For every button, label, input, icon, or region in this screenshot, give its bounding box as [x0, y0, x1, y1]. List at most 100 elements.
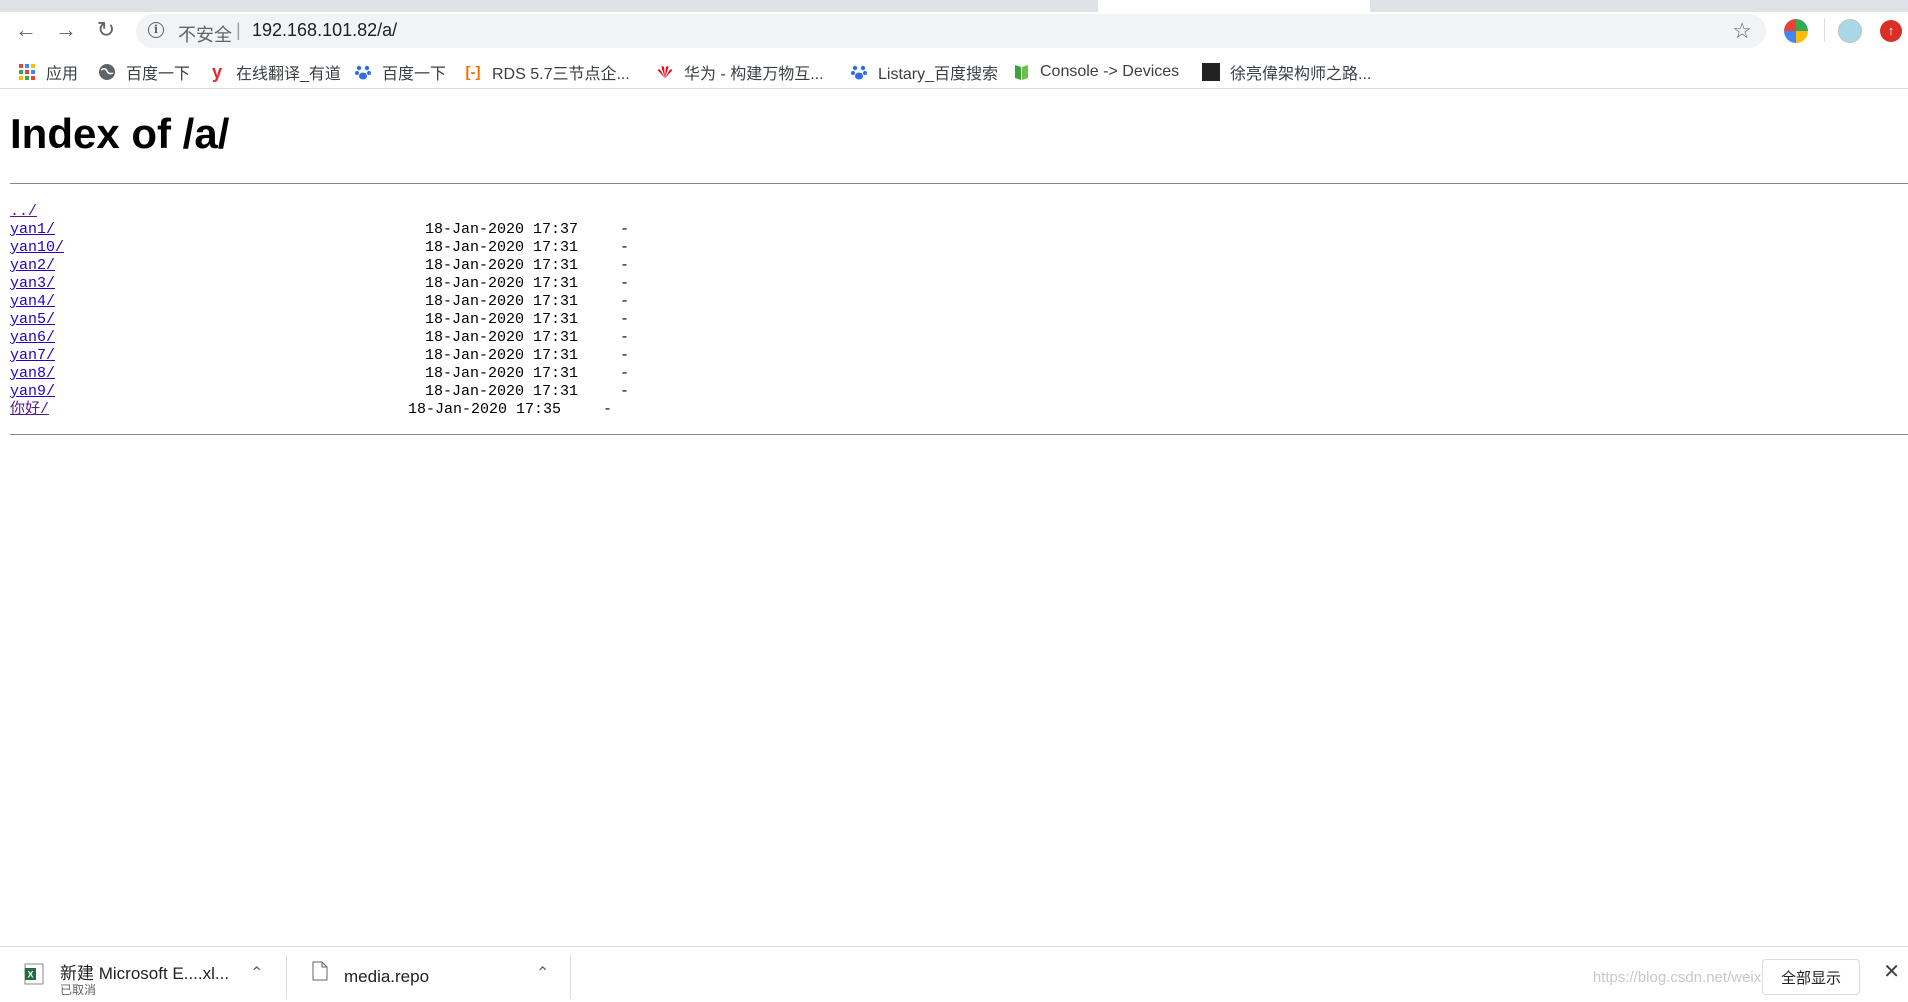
update-icon[interactable]: ↑ [1880, 20, 1902, 42]
bookmark-baidu-2[interactable]: 百度一下 [354, 60, 446, 84]
bookmark-label: 应用 [46, 66, 79, 83]
entry-size: - [620, 257, 630, 274]
file-icon [312, 961, 328, 986]
bookmark-label: 百度一下 [126, 66, 191, 83]
browser-toolbar: ← → ↻ i 不安全 | 192.168.101.82/a/ ☆ ↑ [0, 12, 1908, 48]
entry-link[interactable]: yan1/ [10, 221, 55, 239]
entry-date: 18-Jan-2020 17:35 [408, 401, 562, 418]
entry-date: 18-Jan-2020 17:31 [425, 311, 579, 328]
youdao-icon: y [211, 61, 222, 82]
entry-size: - [620, 221, 630, 238]
directory-listing: ../ yan1/ 18-Jan-2020 17:37 - yan10/ 18-… [10, 203, 629, 419]
bookmark-label: 在线翻译_有道 [236, 66, 341, 83]
page-title: Index of /a/ [10, 110, 230, 157]
url-text[interactable]: 192.168.101.82/a/ [252, 20, 397, 41]
list-item: yan9/ 18-Jan-2020 17:31 - [10, 383, 629, 401]
entry-size: - [620, 275, 630, 292]
toolbar-divider [1824, 18, 1825, 42]
download-item[interactable]: media.repo ⌃ [308, 957, 558, 997]
bookmark-label: Console -> Devices [1040, 63, 1180, 80]
entry-link[interactable]: yan4/ [10, 293, 55, 311]
entry-link[interactable]: yan5/ [10, 311, 55, 329]
entry-link[interactable]: yan8/ [10, 365, 55, 383]
huawei-icon [656, 63, 674, 81]
dark-square-icon [1202, 63, 1220, 81]
entry-link[interactable]: yan10/ [10, 239, 64, 257]
entry-date: 18-Jan-2020 17:37 [425, 221, 579, 238]
entry-size: - [620, 293, 630, 310]
entry-size: - [620, 383, 630, 400]
security-label: 不安全 [178, 25, 232, 45]
bookmark-huawei[interactable]: 华为 - 构建万物互... [656, 60, 824, 84]
entry-link[interactable]: yan9/ [10, 383, 55, 401]
back-button[interactable]: ← [12, 16, 40, 44]
bottom-divider [10, 434, 1908, 435]
entry-link[interactable]: yan2/ [10, 257, 55, 275]
bookmark-label: RDS 5.7三节点企... [492, 66, 630, 83]
bookmark-youdao[interactable]: y 在线翻译_有道 [208, 60, 341, 84]
bookmark-star-icon[interactable]: ☆ [1732, 18, 1752, 44]
list-item: ../ [10, 203, 46, 221]
bookmark-baidu-1[interactable]: 百度一下 [98, 60, 190, 84]
baidu-paw-icon [354, 63, 372, 81]
entry-date: 18-Jan-2020 17:31 [425, 239, 579, 256]
entry-date: 18-Jan-2020 17:31 [425, 293, 579, 310]
show-all-button[interactable]: 全部显示 [1762, 959, 1860, 995]
profile-avatar[interactable] [1838, 19, 1862, 43]
url-separator: | [236, 20, 241, 40]
parent-directory-link[interactable]: ../ [10, 203, 37, 221]
back-arrow-icon: ← [15, 17, 37, 42]
forward-button[interactable]: → [52, 16, 80, 44]
svg-text:X: X [27, 970, 33, 980]
list-item: yan4/ 18-Jan-2020 17:31 - [10, 293, 629, 311]
entry-date: 18-Jan-2020 17:31 [425, 329, 579, 346]
chevron-up-icon[interactable]: ⌃ [536, 963, 549, 983]
list-item: yan3/ 18-Jan-2020 17:31 - [10, 275, 629, 293]
entry-date: 18-Jan-2020 17:31 [425, 347, 579, 364]
address-bar[interactable]: i 不安全 | 192.168.101.82/a/ ☆ [136, 14, 1766, 48]
entry-size: - [620, 311, 630, 328]
bookmark-label: 华为 - 构建万物互... [684, 66, 824, 83]
page-content: Index of /a/ [10, 92, 1908, 158]
list-item: yan2/ 18-Jan-2020 17:31 - [10, 257, 629, 275]
reload-button[interactable]: ↻ [92, 16, 120, 44]
excel-file-icon: X [24, 963, 44, 990]
bookmark-architect[interactable]: 徐亮偉架构师之路... [1202, 60, 1371, 84]
apps-grid-icon [18, 63, 36, 81]
download-filename: media.repo [344, 967, 430, 986]
tab-strip [0, 0, 1908, 12]
entry-size: - [620, 239, 630, 256]
bookmarks-bar: 应用 百度一下 y 在线翻译_有道 百度一下 [-] RDS 5.7三节点企..… [0, 56, 1908, 89]
download-item[interactable]: X 新建 Microsoft E....xl... 已取消 ⌃ [20, 957, 270, 997]
list-item: yan5/ 18-Jan-2020 17:31 - [10, 311, 629, 329]
aliyun-icon: [-] [465, 63, 481, 81]
bookmark-label: 徐亮偉架构师之路... [1230, 66, 1372, 83]
entry-link[interactable]: yan6/ [10, 329, 55, 347]
entry-date: 18-Jan-2020 17:31 [425, 275, 579, 292]
entry-link[interactable]: yan3/ [10, 275, 55, 293]
extension-icon[interactable] [1784, 19, 1808, 43]
globe-icon [98, 63, 116, 81]
top-divider [10, 183, 1908, 184]
entry-size: - [620, 329, 630, 346]
list-item: yan10/ 18-Jan-2020 17:31 - [10, 239, 629, 257]
download-shelf: X 新建 Microsoft E....xl... 已取消 ⌃ media.re… [0, 946, 1908, 1002]
list-item: yan1/ 18-Jan-2020 17:37 - [10, 221, 629, 239]
chevron-up-icon[interactable]: ⌃ [250, 963, 263, 983]
active-tab[interactable] [1098, 0, 1370, 12]
entry-date: 18-Jan-2020 17:31 [425, 257, 579, 274]
close-icon[interactable]: ✕ [1883, 959, 1900, 984]
entry-size: - [620, 347, 630, 364]
bookmark-label: 百度一下 [382, 66, 447, 83]
list-item: yan8/ 18-Jan-2020 17:31 - [10, 365, 629, 383]
entry-link[interactable]: yan7/ [10, 347, 55, 365]
bookmark-console-devices[interactable]: Console -> Devices [1012, 60, 1179, 84]
list-item: yan7/ 18-Jan-2020 17:31 - [10, 347, 629, 365]
entry-link[interactable]: 你好/ [10, 401, 49, 419]
info-icon[interactable]: i [148, 22, 164, 38]
bookmark-apps[interactable]: 应用 [18, 60, 78, 84]
green-leaf-icon [1012, 63, 1030, 81]
entry-size: - [620, 365, 630, 382]
bookmark-listary[interactable]: Listary_百度搜索 [850, 60, 998, 84]
bookmark-rds[interactable]: [-] RDS 5.7三节点企... [464, 60, 630, 84]
